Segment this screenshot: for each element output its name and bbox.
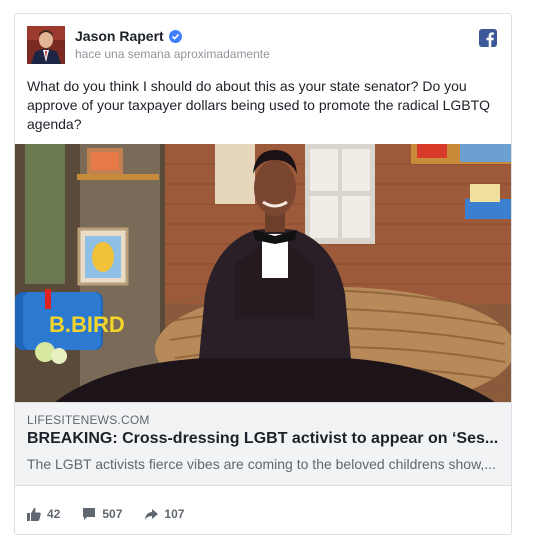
post-stats-bar: 42 507 107 (27, 507, 184, 521)
photo-sign-text: B.BIRD (49, 312, 125, 337)
link-description: The LGBT activists fierce vibes are comi… (27, 456, 496, 472)
like-button[interactable]: 42 (27, 507, 60, 521)
link-domain: LIFESITENEWS.COM (27, 413, 150, 427)
comment-button[interactable]: 507 (82, 507, 122, 521)
share-count: 107 (164, 507, 185, 521)
verified-badge-icon (168, 29, 182, 43)
post-timestamp[interactable]: hace una semana aproximadamente (75, 47, 270, 61)
author-name[interactable]: Jason Rapert (75, 28, 164, 44)
author-name-row: Jason Rapert (75, 28, 182, 44)
post-text: What do you think I should do about this… (27, 78, 491, 132)
share-button[interactable]: 107 (144, 507, 184, 521)
like-count: 42 (47, 507, 61, 521)
avatar[interactable] (27, 26, 65, 64)
share-icon (145, 509, 159, 520)
link-preview-image[interactable]: B.BIRD (15, 144, 511, 402)
post-card: Jason Rapert hace una semana aproximadam… (14, 13, 512, 535)
comment-icon (83, 508, 96, 520)
comment-count: 507 (102, 507, 123, 521)
link-title[interactable]: BREAKING: Cross-dressing LGBT activist t… (27, 430, 505, 448)
thumbs-up-icon (27, 507, 41, 521)
facebook-icon[interactable] (479, 29, 497, 47)
link-preview[interactable]: LIFESITENEWS.COM BREAKING: Cross-dressin… (15, 402, 511, 486)
